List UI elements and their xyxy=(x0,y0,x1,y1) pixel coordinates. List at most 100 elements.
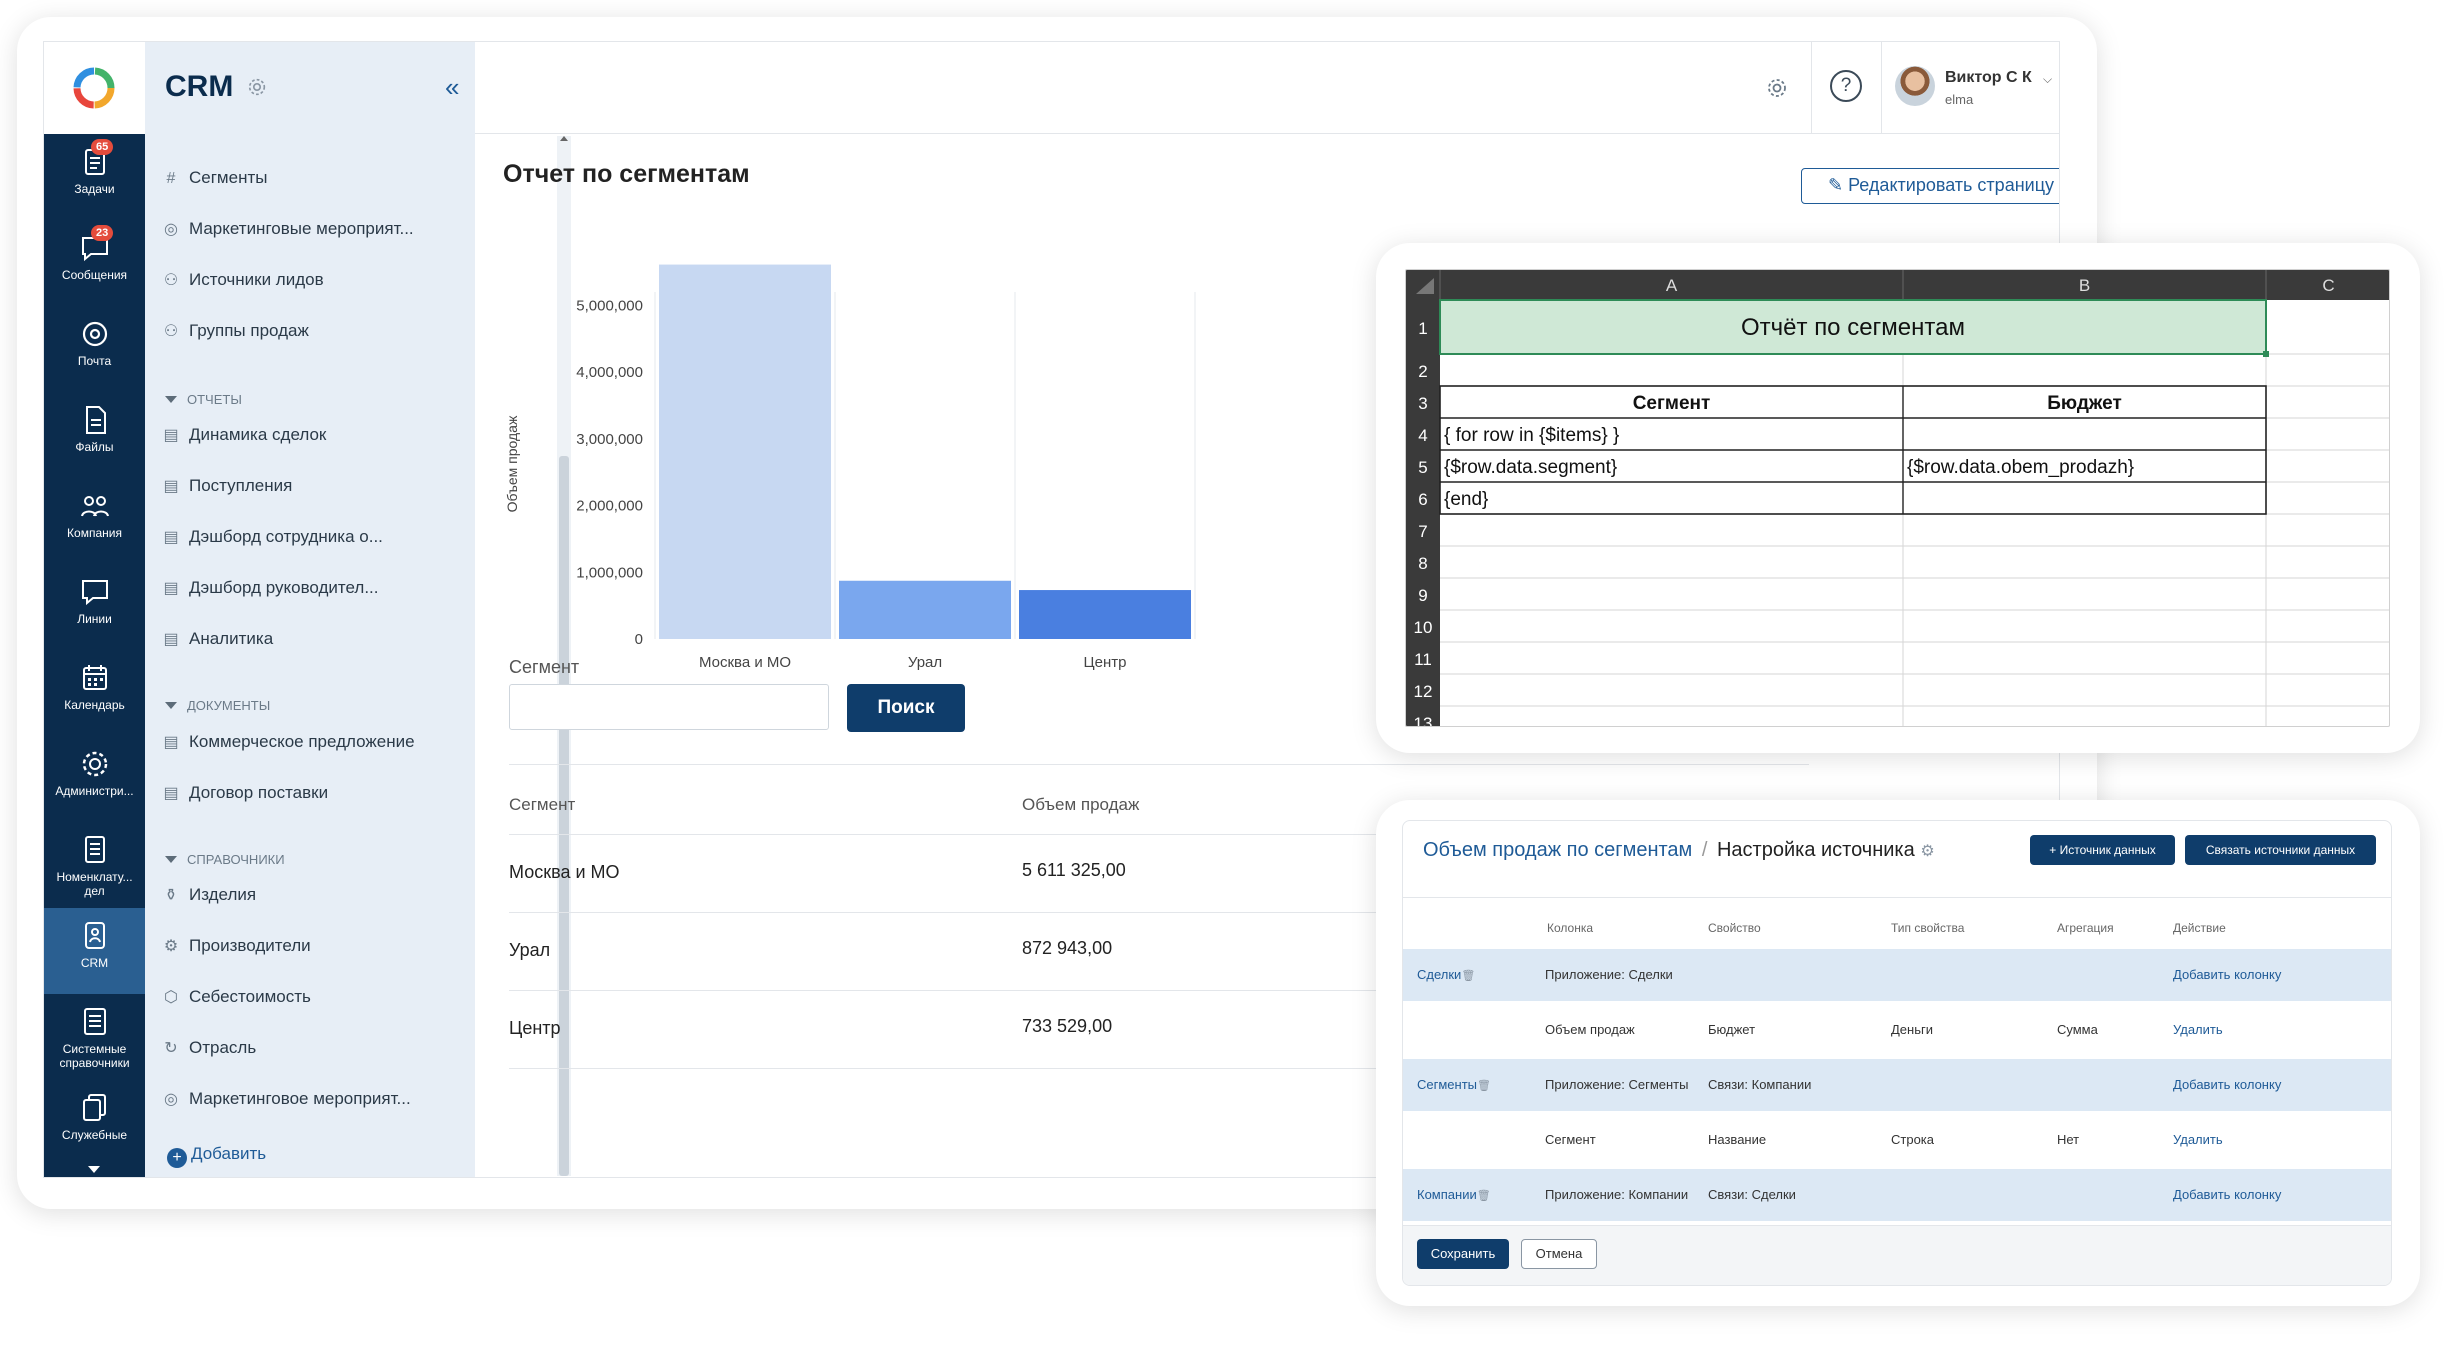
breadcrumb: Объем продаж по сегментам / Настройка ис… xyxy=(1423,839,1935,862)
ds-table-row: Сегменты🗑 Приложение: Сегменты Связи: Комп… xyxy=(1403,1059,2391,1111)
rail-item-5[interactable]: Линии xyxy=(44,564,145,650)
ds-action-link[interactable]: Удалить xyxy=(2173,1132,2223,1147)
sidebar-item[interactable]: ⚱ Изделия xyxy=(161,885,451,915)
sidebar-item[interactable]: ▤ Дэшборд сотрудника о... xyxy=(161,527,451,557)
sidebar-item[interactable]: ⚇ Источники лидов xyxy=(161,270,451,300)
sidebar-item[interactable]: ⚇ Группы продаж xyxy=(161,321,451,351)
row-number[interactable]: 5 xyxy=(1418,458,1427,477)
rail-item-label: Сообщения xyxy=(61,268,128,282)
rail-item-4[interactable]: Компания xyxy=(44,478,145,564)
row-number[interactable]: 2 xyxy=(1418,362,1427,381)
row-number[interactable]: 12 xyxy=(1414,682,1433,701)
mail-icon xyxy=(82,321,107,347)
trash-icon[interactable]: 🗑 xyxy=(1477,1190,1491,1202)
fill-handle[interactable] xyxy=(2263,351,2269,357)
rail-item-6[interactable]: Календарь xyxy=(44,650,145,736)
rail-item-1[interactable]: 23 Сообщения xyxy=(44,220,145,306)
rail-item-3[interactable]: Файлы xyxy=(44,392,145,478)
sidebar-item[interactable]: ⬡ Себестоимость xyxy=(161,987,451,1017)
sidebar-item[interactable]: ▤ Аналитика xyxy=(161,629,451,659)
row-number[interactable]: 10 xyxy=(1414,618,1433,637)
rail-item-7[interactable]: Администри... xyxy=(44,736,145,822)
ds-action-link[interactable]: Добавить колонку xyxy=(2173,967,2281,982)
row-number[interactable]: 3 xyxy=(1418,394,1427,413)
row-number[interactable]: 6 xyxy=(1418,490,1427,509)
edit-page-button[interactable]: ✎ Редактировать страницу xyxy=(1801,168,2059,204)
sidebar-add-button[interactable]: + Добавить xyxy=(167,1144,266,1168)
ds-action-link[interactable]: Добавить колонку xyxy=(2173,1077,2281,1092)
sidebar-item[interactable]: ⚙ Производители xyxy=(161,936,451,966)
sidebar-item-icon: ⚙ xyxy=(163,938,179,955)
breadcrumb-link[interactable]: Объем продаж по сегментам xyxy=(1423,839,1692,861)
sidebar-item-label: Изделия xyxy=(189,885,257,904)
user-menu[interactable]: Виктор С К ⌵ elma xyxy=(1895,64,2059,112)
trash-icon[interactable]: 🗑 xyxy=(1477,1080,1491,1092)
trash-icon[interactable]: 🗑 xyxy=(1461,970,1475,982)
rail-item-8[interactable]: Номенклату... дел xyxy=(44,822,145,908)
rail-item-9[interactable]: CRM xyxy=(44,908,145,994)
sidebar-item[interactable]: # Сегменты xyxy=(161,168,451,198)
row-number[interactable]: 13 xyxy=(1414,714,1433,727)
settings-gear-icon[interactable] xyxy=(246,76,268,98)
sidebar-item[interactable]: ▤ Динамика сделок xyxy=(161,425,451,455)
y-tick-label: 3,000,000 xyxy=(576,431,643,448)
column-header[interactable]: B xyxy=(2079,276,2090,295)
rail-item-11[interactable]: Служебные xyxy=(44,1080,145,1166)
sidebar-section-header[interactable]: СПРАВОЧНИКИ xyxy=(165,852,285,867)
sidebar-item-icon: ◎ xyxy=(164,221,178,238)
row-number[interactable]: 4 xyxy=(1418,426,1427,445)
column-header[interactable]: C xyxy=(2322,276,2334,295)
settings-gear-icon[interactable]: ⚙ xyxy=(1920,843,1934,860)
chart-bar-0[interactable] xyxy=(659,264,831,639)
ds-action-link[interactable]: Удалить xyxy=(2173,1022,2223,1037)
row-number[interactable]: 8 xyxy=(1418,554,1427,573)
sidebar-item[interactable]: ▤ Дэшборд руководител... xyxy=(161,578,451,608)
segment-input[interactable] xyxy=(509,684,829,730)
sidebar-item-icon: # xyxy=(166,170,176,187)
ds-source-name[interactable]: Сегменты🗑 xyxy=(1417,1077,1491,1092)
column-header[interactable]: A xyxy=(1666,276,1678,295)
segment-label: Сегмент xyxy=(509,657,580,677)
sidebar-item[interactable]: ▤ Коммерческое предложение xyxy=(161,732,451,762)
ds-source-name[interactable]: Компании🗑 xyxy=(1417,1187,1491,1202)
chart-bar-1[interactable] xyxy=(839,580,1011,639)
chart-bar-2[interactable] xyxy=(1019,590,1191,639)
settings-gear-icon[interactable] xyxy=(1765,76,1789,100)
sidebar-item-label: Себестоимость xyxy=(189,987,311,1006)
cancel-button[interactable]: Отмена xyxy=(1521,1239,1597,1269)
row-number[interactable]: 1 xyxy=(1418,319,1427,338)
cell-b5[interactable]: {$row.data.obem_prodazh} xyxy=(1907,457,2134,478)
link-datasources-button[interactable]: Связать источники данных xyxy=(2185,835,2376,865)
row-number[interactable]: 7 xyxy=(1418,522,1427,541)
sidebar-section-header[interactable]: ДОКУМЕНТЫ xyxy=(165,698,270,713)
sidebar-item[interactable]: ↻ Отрасль xyxy=(161,1038,451,1068)
rail-item-0[interactable]: 65 Задачи xyxy=(44,134,145,220)
cell-a5[interactable]: {$row.data.segment} xyxy=(1444,457,1617,478)
save-button[interactable]: Сохранить xyxy=(1417,1239,1509,1269)
header-cell-segment[interactable]: Сегмент xyxy=(1633,393,1711,414)
header-cell-budget[interactable]: Бюджет xyxy=(2047,393,2122,414)
rail-item-label: Администри... xyxy=(55,784,134,798)
rail-item-2[interactable]: Почта xyxy=(44,306,145,392)
sidebar-item[interactable]: ◎ Маркетинговые мероприят... xyxy=(161,219,451,249)
sidebar-item-label: Маркетинговое мероприят... xyxy=(189,1089,411,1108)
help-icon[interactable]: ? xyxy=(1830,70,1862,102)
collapse-sidebar-icon[interactable]: « xyxy=(445,72,459,103)
cell-a4[interactable]: { for row in {$items} } xyxy=(1444,425,1619,446)
sidebar-item[interactable]: ◎ Маркетинговое мероприят... xyxy=(161,1089,451,1119)
pencil-icon: ✎ xyxy=(1827,175,1844,195)
rail-scroll-down-icon[interactable] xyxy=(88,1166,100,1173)
ds-divider xyxy=(1403,897,2391,898)
row-number[interactable]: 9 xyxy=(1418,586,1427,605)
sidebar-item[interactable]: ▤ Поступления xyxy=(161,476,451,506)
ds-action-link[interactable]: Добавить колонку xyxy=(2173,1187,2281,1202)
cell-a6[interactable]: {end} xyxy=(1444,489,1488,510)
sidebar-item[interactable]: ▤ Договор поставки xyxy=(161,783,451,813)
sidebar-section-header[interactable]: ОТЧЕТЫ xyxy=(165,392,242,407)
add-datasource-button[interactable]: + Источник данных xyxy=(2030,835,2175,865)
search-button[interactable]: Поиск xyxy=(847,684,965,732)
rail-item-10[interactable]: Системные справочники xyxy=(44,994,145,1080)
sidebar-item-label: Дэшборд сотрудника о... xyxy=(189,527,383,546)
row-number[interactable]: 11 xyxy=(1414,650,1432,669)
ds-source-name[interactable]: Сделки🗑 xyxy=(1417,967,1475,982)
